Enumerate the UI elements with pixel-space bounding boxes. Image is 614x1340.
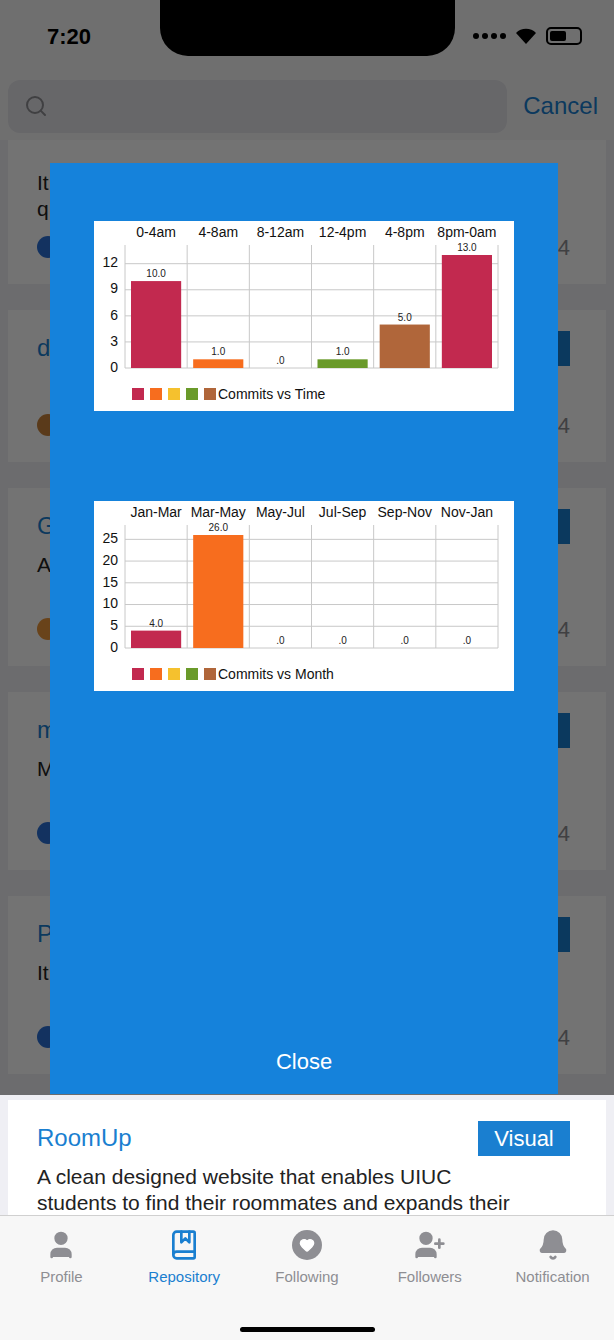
grid-line	[435, 525, 436, 648]
chart-legend: Commits vs Time	[132, 386, 326, 402]
chart-bar: 4.0	[131, 618, 181, 648]
bar-chart: 25 20 15 10 5 0 Jan-Mar Mar-May May-Jul Jul-Sep Se…	[94, 501, 514, 691]
svg-text:3: 3	[110, 333, 118, 349]
y-tick: 5	[110, 617, 498, 633]
svg-text:15: 15	[102, 574, 118, 590]
chart-bar: 13.0	[442, 242, 492, 368]
tab-item[interactable]: Repository	[123, 1228, 246, 1340]
tab-item[interactable]: Profile	[0, 1228, 123, 1340]
svg-text:5.0: 5.0	[398, 312, 412, 323]
category-label: Mar-May	[191, 504, 246, 520]
app-screen: 7:20CancelIt is a django website that en…	[0, 0, 614, 1340]
repository-icon	[168, 1229, 200, 1261]
notch	[160, 0, 455, 56]
svg-text:.0: .0	[401, 635, 410, 646]
tab-item[interactable]: Followers	[368, 1228, 491, 1340]
close-button[interactable]: Close	[276, 1046, 332, 1078]
category-label: Jul-Sep	[319, 504, 367, 520]
svg-text:20: 20	[102, 552, 118, 568]
visual-button[interactable]: Visual	[478, 1121, 570, 1156]
y-tick: 15	[102, 574, 498, 590]
category-label: 0-4am	[136, 224, 176, 240]
svg-text:26.0: 26.0	[209, 522, 229, 533]
svg-text:6: 6	[110, 307, 118, 323]
svg-text:4.0: 4.0	[149, 618, 163, 629]
grid-line	[249, 245, 250, 368]
grid-line	[249, 525, 250, 648]
chart-legend: Commits vs Month	[132, 666, 334, 682]
category-label: 8-12am	[257, 224, 304, 240]
svg-text:Commits vs Time: Commits vs Time	[218, 386, 326, 402]
grid-line	[311, 525, 312, 648]
svg-text:.0: .0	[276, 355, 285, 366]
grid-line	[125, 245, 126, 368]
grid-line	[498, 525, 499, 648]
svg-text:0: 0	[110, 639, 118, 655]
category-label: May-Jul	[256, 504, 305, 520]
chart-bar: 1.0	[193, 346, 243, 368]
category-label: 4-8am	[198, 224, 238, 240]
repository-title[interactable]: RoomUp	[37, 1120, 132, 1156]
chart-bar: .0	[276, 355, 285, 366]
grid-line	[498, 245, 499, 368]
profile-icon	[45, 1229, 77, 1261]
followers-icon	[414, 1229, 446, 1261]
chart-modal: 12 9 6 3 0 0-4am 4-8am 8-12am 12-4pm 4-8pm 8pm-0am…	[50, 163, 558, 1094]
svg-text:5: 5	[110, 617, 118, 633]
chart-bar: .0	[463, 635, 472, 646]
y-tick: 25	[102, 530, 498, 546]
grid-line	[187, 245, 188, 368]
svg-text:1.0: 1.0	[336, 346, 350, 357]
svg-text:9: 9	[110, 280, 118, 296]
chart-bar: 10.0	[131, 268, 181, 368]
svg-text:0: 0	[110, 359, 118, 375]
y-tick: 20	[102, 552, 498, 568]
category-label: 4-8pm	[385, 224, 425, 240]
bar-chart: 12 9 6 3 0 0-4am 4-8am 8-12am 12-4pm 4-8pm 8pm-0am…	[94, 221, 514, 411]
card-header: RoomUp Visual	[37, 1120, 570, 1156]
svg-text:Commits vs Month: Commits vs Month	[218, 666, 334, 682]
grid-line	[373, 245, 374, 368]
grid-line	[311, 245, 312, 368]
svg-text:12: 12	[102, 254, 118, 270]
category-label: 12-4pm	[319, 224, 366, 240]
following-icon	[292, 1230, 322, 1260]
category-label: 8pm-0am	[437, 224, 496, 240]
notification-icon	[537, 1229, 569, 1261]
grid-line	[187, 525, 188, 648]
svg-text:.0: .0	[276, 635, 285, 646]
category-label: Nov-Jan	[441, 504, 493, 520]
svg-text:25: 25	[102, 530, 118, 546]
grid-line	[125, 525, 126, 648]
svg-text:.0: .0	[463, 635, 472, 646]
repository-card[interactable]: RoomUp Visual A clean designed website tha…	[8, 1100, 606, 1215]
grid-line	[373, 525, 374, 648]
chart-bar: 5.0	[380, 312, 430, 368]
tab-bar: ProfileRepositoryFollowingFollowersNotif…	[0, 1215, 614, 1340]
chart-bar: .0	[338, 635, 347, 646]
chart-bar: .0	[401, 635, 410, 646]
repository-description: A clean designed website that enables UI…	[37, 1164, 570, 1215]
category-label: Sep-Nov	[378, 504, 432, 520]
svg-text:10.0: 10.0	[146, 268, 166, 279]
svg-text:1.0: 1.0	[211, 346, 225, 357]
chart-bar: 26.0	[193, 522, 243, 648]
svg-text:.0: .0	[338, 635, 347, 646]
chart-bar: .0	[276, 635, 285, 646]
category-label: Jan-Mar	[130, 504, 182, 520]
chart-bar: 1.0	[318, 346, 368, 368]
tab-item[interactable]: Notification	[491, 1228, 614, 1340]
home-indicator	[240, 1327, 375, 1332]
grid-line	[435, 245, 436, 368]
svg-text:13.0: 13.0	[457, 242, 477, 253]
y-tick: 10	[102, 595, 498, 611]
tab-item[interactable]: Following	[246, 1228, 369, 1340]
svg-text:10: 10	[102, 595, 118, 611]
